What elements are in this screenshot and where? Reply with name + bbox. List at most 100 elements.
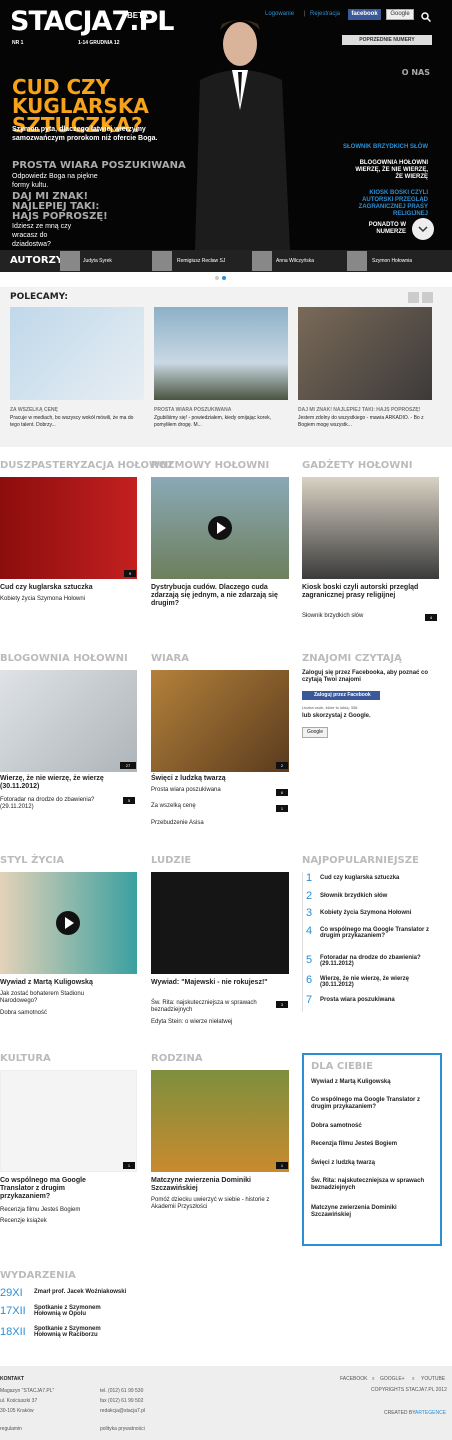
article-link[interactable]: Recenzje książek	[0, 1218, 47, 1225]
section-title[interactable]: DUSZPASTERYZACJA HOŁOWNI	[0, 460, 172, 471]
more-in-issue[interactable]: PONADTO W NUMERZE	[366, 222, 406, 236]
site-logo[interactable]: STACJA7.PL	[10, 6, 174, 37]
footer-privacy-link[interactable]: polityka prywatności	[100, 1426, 145, 1432]
article-image[interactable]	[151, 1070, 289, 1172]
article-link[interactable]: Kobiety życia Szymona Hołowni	[0, 596, 85, 603]
article-link[interactable]: Pomóż dziecku uwierzyć w siebie - histor…	[151, 1197, 286, 1211]
register-link[interactable]: Rejestracja	[310, 11, 340, 17]
popular-item[interactable]: Prosta wiara poszukiwana	[320, 997, 395, 1003]
google-button[interactable]: Google	[386, 9, 414, 20]
section-title[interactable]: RODZINA	[151, 1053, 203, 1064]
polecamy-kicker[interactable]: PROSTA WIARA POSZUKIWANA	[154, 407, 231, 413]
article-title[interactable]: Święci z ludzką twarzą	[151, 775, 226, 783]
for-you-item[interactable]: Recenzja filmu Jesteś Bogiem	[311, 1141, 436, 1148]
author-name[interactable]: Remigiusz Recław SJ	[177, 258, 225, 264]
article-title[interactable]: Matczyne zwierzenia Dominiki Szczawiński…	[151, 1177, 281, 1193]
section-title[interactable]: WIARA	[151, 653, 189, 664]
hero-sub-title-1[interactable]: PROSTA WIARA POSZUKIWANA	[12, 160, 186, 171]
polecamy-image[interactable]	[10, 307, 144, 400]
article-link[interactable]: Św. Rita: najskuteczniejsza w sprawach b…	[151, 1000, 271, 1014]
article-title[interactable]: Dystrybucja cudów. Dlaczego cuda zdarzaj…	[151, 584, 289, 608]
play-icon[interactable]	[56, 911, 80, 935]
article-title[interactable]: Wywiad z Martą Kuligowską	[0, 979, 93, 987]
article-link[interactable]: Za wszelką cenę	[151, 803, 196, 810]
article-link[interactable]: Fotoradar na drodze do zbawienia? (29.11…	[0, 797, 110, 811]
slider-dot[interactable]	[215, 276, 219, 280]
next-arrow-icon[interactable]	[422, 292, 433, 303]
footer-facebook-link[interactable]: FACEBOOK	[340, 1376, 368, 1382]
for-you-item[interactable]: Św. Rita: najskuteczniejsza w sprawach b…	[311, 1178, 431, 1192]
previous-issues-button[interactable]: POPRZEDNIE NUMERY	[342, 35, 432, 45]
polecamy-image[interactable]	[154, 307, 288, 400]
play-icon[interactable]	[208, 516, 232, 540]
article-image[interactable]	[151, 872, 289, 974]
article-link[interactable]: Przebudzenie Asisa	[151, 820, 204, 827]
footer-agency-link[interactable]: ARTEGENCE	[415, 1410, 446, 1416]
about-link[interactable]: O NAS	[402, 68, 430, 77]
prev-arrow-icon[interactable]	[408, 292, 419, 303]
section-title[interactable]: BLOGOWNIA HOŁOWNI	[0, 653, 128, 664]
author-name[interactable]: Anna Wilczyńska	[276, 258, 314, 264]
article-image[interactable]	[0, 477, 137, 579]
right-link-2[interactable]: BLOGOWNIA HOŁOWNI WIERZĘ, ŻE NIE WIERZĘ,…	[348, 160, 428, 181]
article-title[interactable]: Kiosk boski czyli autorski przegląd zagr…	[302, 584, 439, 600]
polecamy-kicker[interactable]: DAJ MI ZNAK! NAJLEPIEJ TAKI: HAJS POPROS…	[298, 407, 420, 413]
section-title[interactable]: GADŻETY HOŁOWNI	[302, 460, 412, 471]
popular-item[interactable]: Fotoradar na drodze do zbawienia? (29.11…	[320, 955, 430, 967]
footer-email[interactable]: redakcja@stacja7.pl	[100, 1408, 145, 1414]
more-button[interactable]	[412, 218, 434, 240]
google-login-button[interactable]: Google	[302, 727, 328, 738]
facebook-button[interactable]: facebook	[348, 9, 381, 20]
article-link[interactable]: Dobra samotność	[0, 1010, 47, 1017]
event-item[interactable]: Spotkanie z Szymonem Hołownią w Raciborz…	[34, 1326, 124, 1338]
section-title[interactable]: NAJPOPULARNIEJSZE	[302, 855, 419, 866]
polecamy-kicker[interactable]: ZA WSZELKĄ CENĘ	[10, 407, 58, 413]
author-name[interactable]: Judyta Syrek	[83, 258, 112, 264]
avatar[interactable]	[60, 251, 80, 271]
article-link[interactable]: Edyta Stein: o wierze niełatwej	[151, 1019, 232, 1026]
for-you-item[interactable]: Wywiad z Martą Kuligowską	[311, 1079, 436, 1086]
popular-item[interactable]: Cud czy kuglarska sztuczka	[320, 875, 399, 881]
slider-dot-active[interactable]	[222, 276, 226, 280]
article-image[interactable]	[302, 477, 439, 579]
article-image[interactable]	[151, 670, 289, 772]
footer-terms-link[interactable]: regulamin	[0, 1426, 22, 1432]
facebook-login-button[interactable]: Zaloguj przez Facebook	[302, 691, 380, 700]
article-image[interactable]	[0, 670, 137, 772]
footer-youtube-link[interactable]: YOUTUBE	[421, 1376, 445, 1382]
author-name[interactable]: Szymon Hołownia	[372, 258, 412, 264]
article-title[interactable]: Cud czy kuglarska sztuczka	[0, 584, 137, 592]
article-link[interactable]: Jak zostać bohaterem Stadionu Narodowego…	[0, 991, 120, 1005]
polecamy-image[interactable]	[298, 307, 432, 400]
section-title[interactable]: KULTURA	[0, 1053, 51, 1064]
avatar[interactable]	[152, 251, 172, 271]
popular-item[interactable]: Słownik brzydkich słów	[320, 893, 387, 899]
right-link-3[interactable]: KIOSK BOSKI CZYLI AUTORSKI PRZEGLĄD ZAGR…	[346, 190, 428, 218]
article-image[interactable]	[0, 1070, 137, 1172]
for-you-item[interactable]: Dobra samotność	[311, 1123, 436, 1130]
article-title[interactable]: Co wspólnego ma Google Translator z drug…	[0, 1177, 110, 1201]
popular-item[interactable]: Kobiety życia Szymona Hołowni	[320, 910, 411, 916]
search-icon[interactable]	[421, 9, 432, 23]
for-you-item[interactable]: Święci z ludzką twarzą	[311, 1160, 436, 1167]
right-link-1[interactable]: SŁOWNIK BRZYDKICH SŁÓW	[343, 144, 428, 151]
article-title[interactable]: Wierzę, że nie wierzę, że wierzę (30.11.…	[0, 775, 137, 791]
avatar[interactable]	[347, 251, 367, 271]
event-item[interactable]: Zmarł prof. Jacek Woźniakowski	[34, 1289, 126, 1295]
article-link[interactable]: Prosta wiara poszukiwana	[151, 787, 221, 794]
event-item[interactable]: Spotkanie z Szymonem Hołownią w Opolu	[34, 1305, 124, 1317]
hero-sub-title-2[interactable]: DAJ MI ZNAK! NAJLEPIEJ TAKI: HAJS POPROS…	[12, 192, 112, 222]
popular-item[interactable]: Co wspólnego ma Google Translator z drug…	[320, 927, 435, 939]
article-link[interactable]: Słownik brzydkich słów	[302, 613, 363, 620]
article-link[interactable]: Recenzja filmu Jesteś Bogiem	[0, 1207, 80, 1214]
section-title[interactable]: ROZMOWY HOŁOWNI	[151, 460, 269, 471]
section-title[interactable]: LUDZIE	[151, 855, 191, 866]
section-title[interactable]: ZNAJOMI CZYTAJĄ	[302, 653, 402, 664]
for-you-item[interactable]: Co wspólnego ma Google Translator z drug…	[311, 1097, 436, 1111]
for-you-item[interactable]: Matczyne zwierzenia Dominiki Szczawiński…	[311, 1205, 421, 1219]
popular-item[interactable]: Wierzę, że nie wierzę, że wierzę (30.11.…	[320, 976, 435, 988]
avatar[interactable]	[252, 251, 272, 271]
article-title[interactable]: Wywiad: "Majewski - nie rokujesz!"	[151, 979, 271, 987]
section-title[interactable]: STYL ŻYCIA	[0, 855, 64, 866]
footer-googleplus-link[interactable]: GOOGLE+	[380, 1376, 405, 1382]
